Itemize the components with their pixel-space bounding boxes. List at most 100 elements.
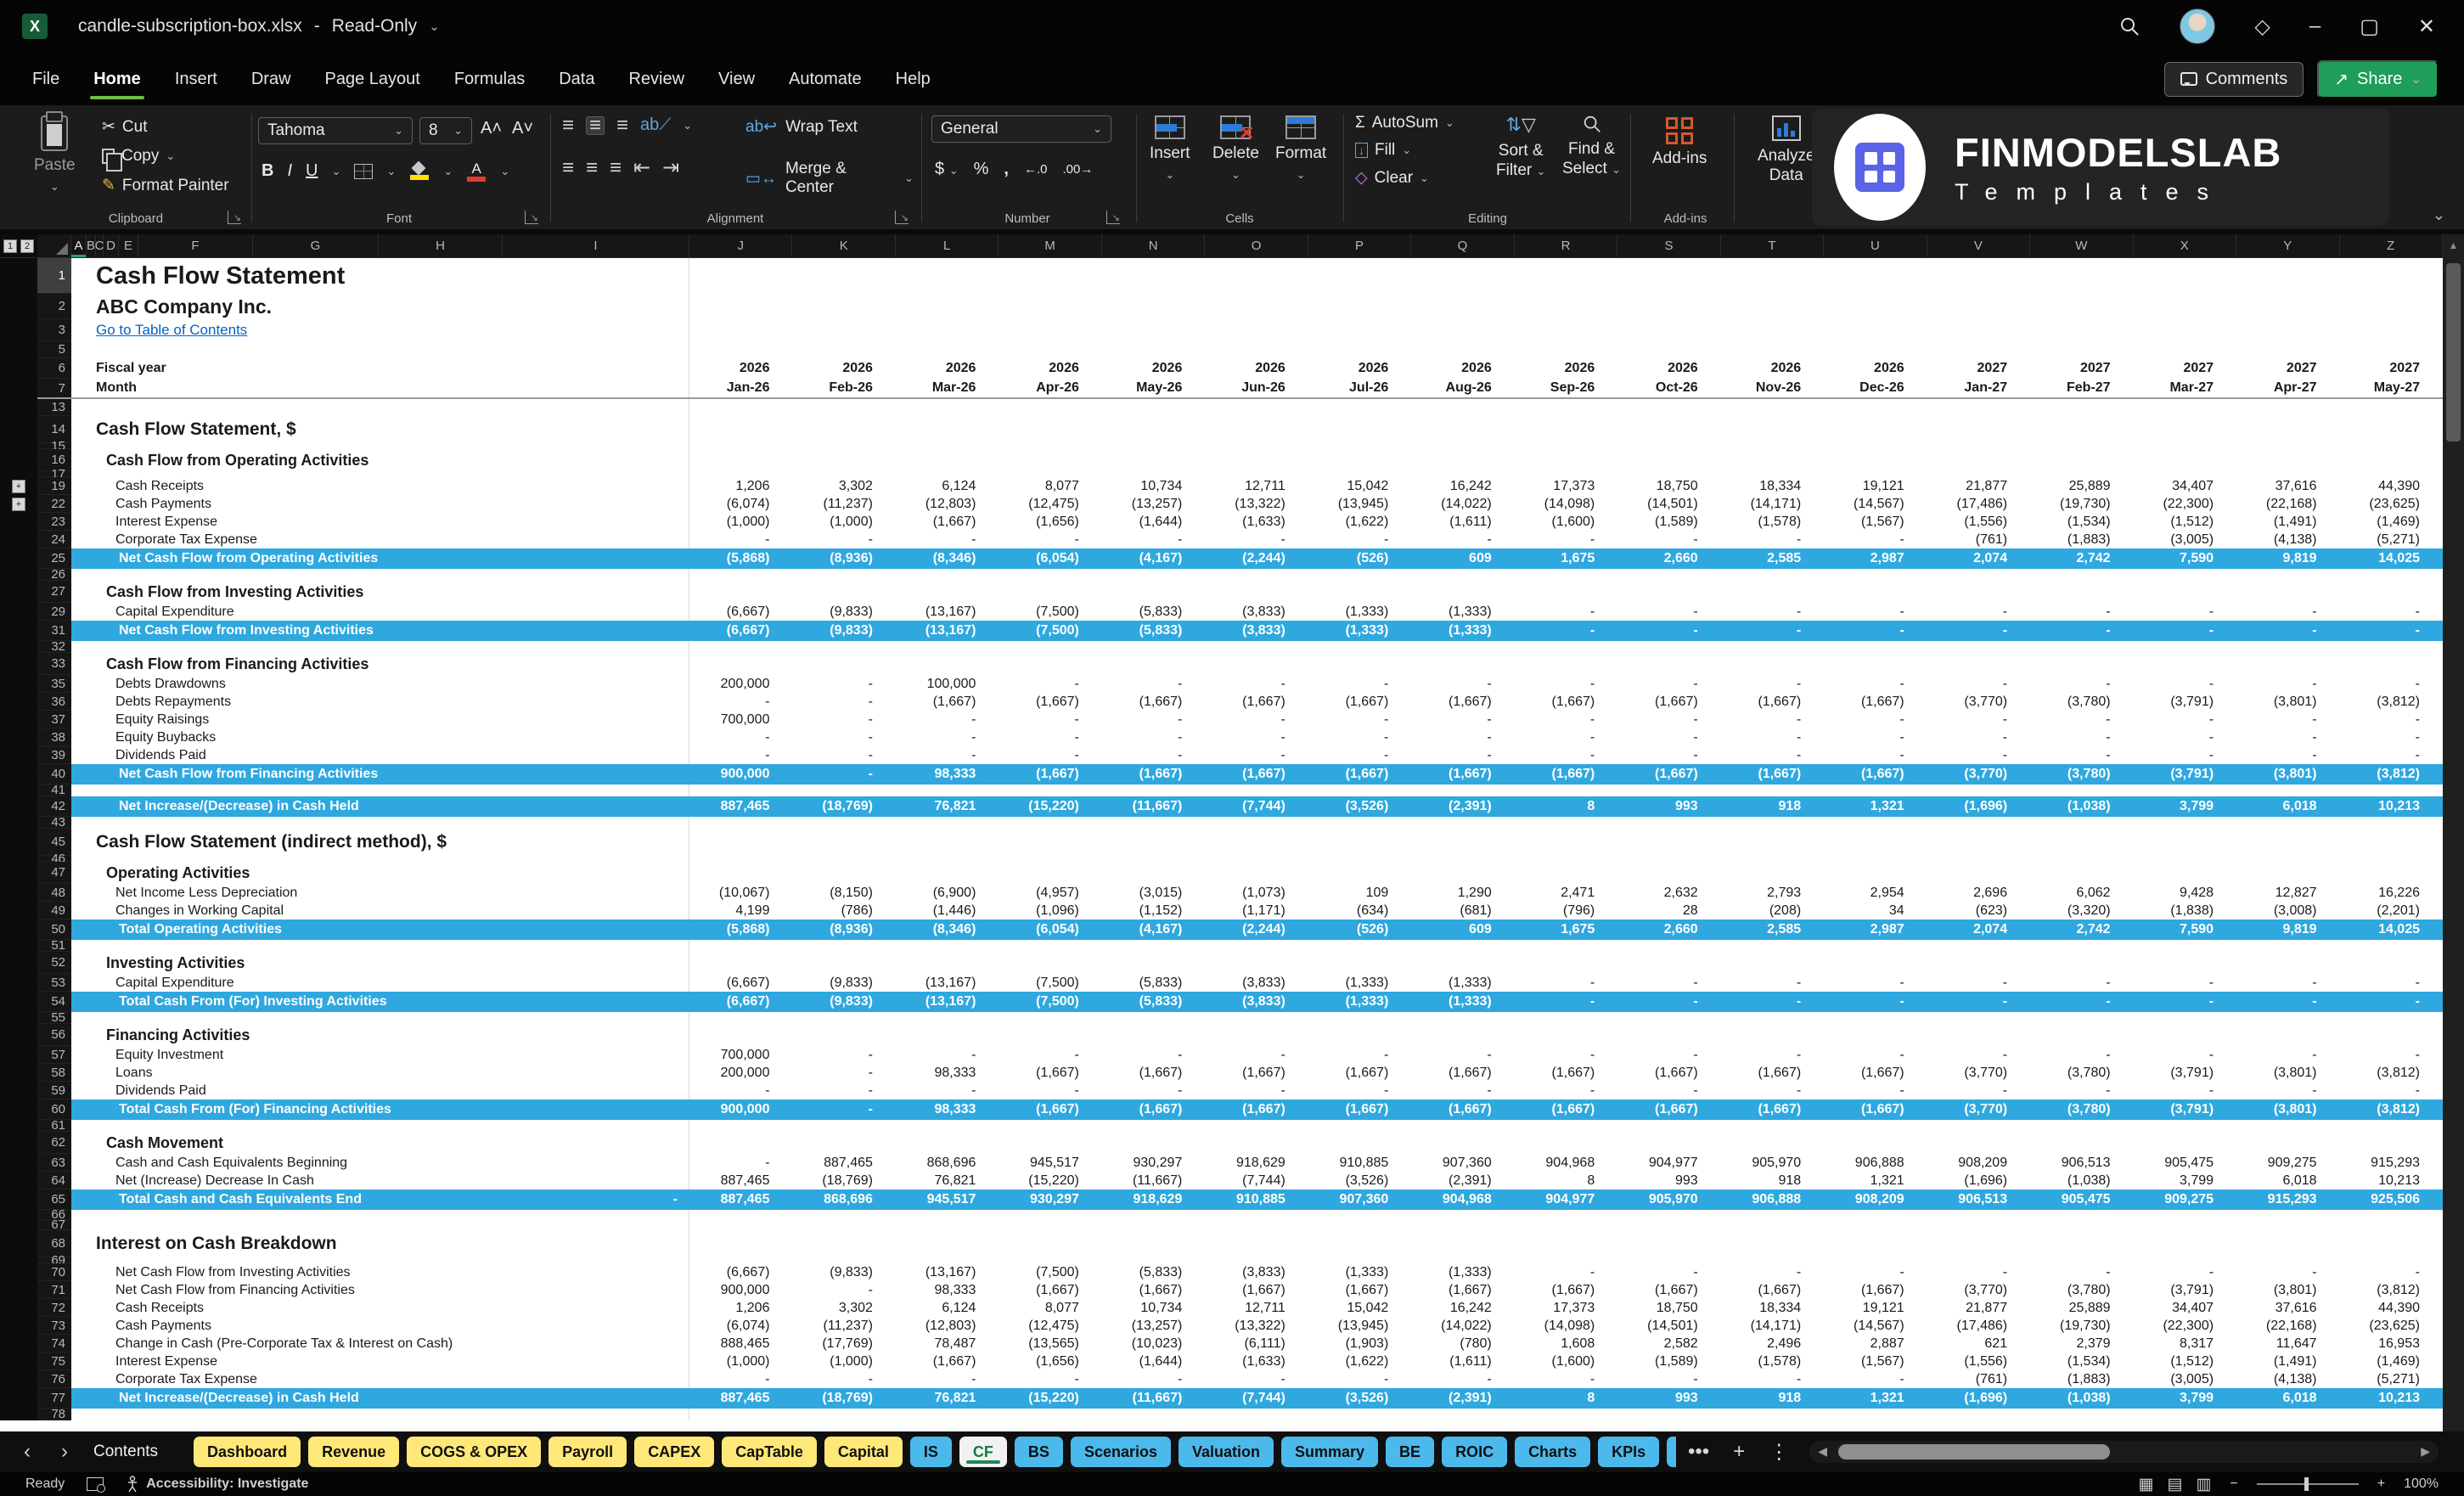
cell-N48[interactable]: (3,015) [1102, 886, 1205, 901]
cell-R60[interactable]: (1,667) [1515, 1102, 1617, 1117]
cell-K22[interactable]: (11,237) [792, 497, 895, 512]
cell-V74[interactable]: 621 [1927, 1336, 2030, 1352]
cell-P37[interactable]: - [1308, 712, 1411, 728]
cell-Q6[interactable]: 2026 [1411, 361, 1514, 376]
cell-R6[interactable]: 2026 [1515, 361, 1617, 376]
cell-M72[interactable]: 8,077 [999, 1301, 1101, 1316]
menu-tab-page-layout[interactable]: Page Layout [308, 58, 437, 101]
sheet-tab-valuation[interactable]: Valuation [1179, 1437, 1274, 1467]
cell-V71[interactable]: (3,770) [1927, 1283, 2030, 1298]
cell-M73[interactable]: (12,475) [999, 1319, 1101, 1334]
chevron-down-icon[interactable]: ⌄ [429, 19, 440, 34]
cell-L25[interactable]: (8,346) [896, 551, 999, 566]
cell-K50[interactable]: (8,936) [792, 922, 895, 937]
cell-S38[interactable]: - [1617, 730, 1720, 745]
cell-N53[interactable]: (5,833) [1102, 976, 1205, 991]
cell-J42[interactable]: 887,465 [689, 799, 792, 814]
cell-J35[interactable]: 200,000 [689, 677, 792, 692]
zoom-slider[interactable] [2257, 1483, 2359, 1485]
cell-L31[interactable]: (13,167) [896, 623, 999, 638]
row-header-60[interactable]: 60 [37, 1100, 71, 1120]
cell-X76[interactable]: (3,005) [2134, 1372, 2236, 1387]
cell-Z29[interactable]: - [2340, 605, 2443, 620]
cell-T65[interactable]: 906,888 [1721, 1192, 1824, 1207]
cell-T37[interactable]: - [1721, 712, 1824, 728]
cell-U59[interactable]: - [1824, 1083, 1927, 1099]
cell-Y72[interactable]: 37,616 [2236, 1301, 2339, 1316]
cell-Z31[interactable]: - [2340, 623, 2443, 638]
column-header-J[interactable]: J [689, 234, 792, 257]
row-header-74[interactable]: 74 [37, 1335, 71, 1353]
cell-N77[interactable]: (11,667) [1102, 1391, 1205, 1406]
row-label[interactable]: Loans [71, 1064, 689, 1082]
row-header-64[interactable]: 64 [37, 1172, 71, 1189]
cell-J37[interactable]: 700,000 [689, 712, 792, 728]
cell-R70[interactable]: - [1515, 1265, 1617, 1280]
chevron-down-icon[interactable]: ⌄ [683, 119, 692, 132]
number-format-combobox[interactable]: General⌄ [931, 115, 1111, 143]
cell-R7[interactable]: Sep-26 [1515, 380, 1617, 396]
cell-Y70[interactable]: - [2236, 1265, 2339, 1280]
autosum-button[interactable]: ΣAutoSum⌄ [1355, 114, 1454, 132]
cell-S25[interactable]: 2,660 [1617, 551, 1720, 566]
cell-S59[interactable]: - [1617, 1083, 1720, 1099]
cell-Z63[interactable]: 915,293 [2340, 1156, 2443, 1171]
macro-record-icon[interactable] [87, 1477, 104, 1491]
cell-V37[interactable]: - [1927, 712, 2030, 728]
merge-center-button[interactable]: Merge & Center [785, 160, 896, 197]
column-header-Z[interactable]: Z [2340, 234, 2443, 257]
cell-V63[interactable]: 908,209 [1927, 1156, 2030, 1171]
cell-Y19[interactable]: 37,616 [2236, 479, 2339, 494]
cell-L71[interactable]: 98,333 [896, 1283, 999, 1298]
cell-Y74[interactable]: 11,647 [2236, 1336, 2339, 1352]
cell-S31[interactable]: - [1617, 623, 1720, 638]
row-label[interactable]: Net Income Less Depreciation [71, 884, 689, 902]
scroll-up-arrow[interactable]: ▲ [2443, 234, 2464, 251]
account-avatar[interactable] [2180, 8, 2215, 44]
cell-V23[interactable]: (1,556) [1927, 515, 2030, 530]
cell-J73[interactable]: (6,074) [689, 1319, 792, 1334]
chevron-down-icon[interactable]: ⌄ [331, 165, 340, 178]
cell-Y42[interactable]: 6,018 [2236, 799, 2339, 814]
minimize-button[interactable]: – [2309, 14, 2321, 38]
cell-U25[interactable]: 2,987 [1824, 551, 1927, 566]
cell-P58[interactable]: (1,667) [1308, 1066, 1411, 1081]
column-header-O[interactable]: O [1205, 234, 1308, 257]
close-button[interactable]: ✕ [2418, 14, 2435, 39]
cell-W49[interactable]: (3,320) [2030, 903, 2133, 919]
cell-Z37[interactable]: - [2340, 712, 2443, 728]
cell-Q25[interactable]: 609 [1411, 551, 1514, 566]
cell-N76[interactable]: - [1102, 1372, 1205, 1387]
cell-J58[interactable]: 200,000 [689, 1066, 792, 1081]
cell-W54[interactable]: - [2030, 994, 2133, 1010]
row-label[interactable] [71, 443, 689, 449]
borders-button[interactable] [354, 164, 373, 179]
cell-Q57[interactable]: - [1411, 1048, 1514, 1063]
row-label[interactable]: Capital Expenditure [71, 974, 689, 992]
cell-Y40[interactable]: (3,801) [2236, 767, 2339, 782]
row-label[interactable]: Operating Activities [71, 862, 689, 884]
cell-U53[interactable]: - [1824, 976, 1927, 991]
sheet-tab-contents[interactable]: Contents [80, 1437, 172, 1467]
cell-S73[interactable]: (14,501) [1617, 1319, 1720, 1334]
cell-X22[interactable]: (22,300) [2134, 497, 2236, 512]
row-label[interactable]: Cash Payments [71, 495, 689, 513]
row-label[interactable] [71, 569, 689, 581]
outline-expand-button[interactable]: + [12, 498, 25, 511]
cell-J72[interactable]: 1,206 [689, 1301, 792, 1316]
cell-K59[interactable]: - [792, 1083, 895, 1099]
cell-M54[interactable]: (7,500) [999, 994, 1101, 1010]
cell-N42[interactable]: (11,667) [1102, 799, 1205, 814]
row-label[interactable]: Dividends Paid [71, 746, 689, 764]
cell-X29[interactable]: - [2134, 605, 2236, 620]
cell-K54[interactable]: (9,833) [792, 994, 895, 1010]
menu-tab-data[interactable]: Data [542, 58, 611, 101]
row-label[interactable]: Net Cash Flow from Investing Activities [71, 621, 689, 641]
cell-L39[interactable]: - [896, 748, 999, 763]
cell-W53[interactable]: - [2030, 976, 2133, 991]
column-header-U[interactable]: U [1824, 234, 1927, 257]
cell-Q7[interactable]: Aug-26 [1411, 380, 1514, 396]
cell-Q22[interactable]: (14,022) [1411, 497, 1514, 512]
cell-O39[interactable]: - [1205, 748, 1308, 763]
sheet-tab-kpis[interactable]: KPIs [1598, 1437, 1659, 1467]
